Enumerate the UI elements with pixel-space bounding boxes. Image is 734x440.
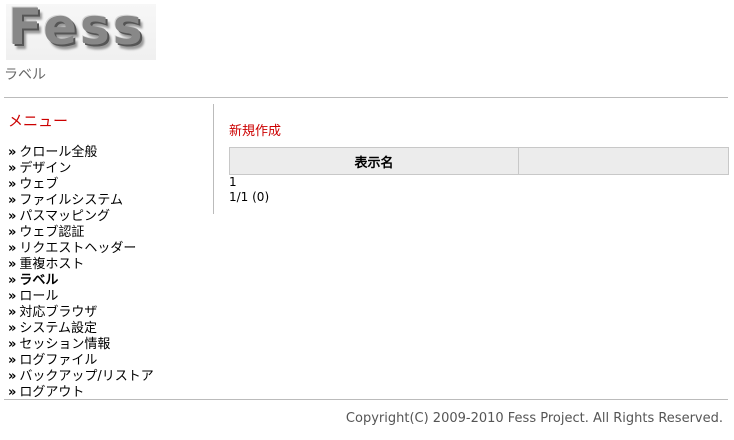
create-new-link[interactable]: 新規作成 [229,120,281,139]
sidebar-item[interactable]: » 対応ブラウザ [8,305,208,321]
sidebar-item[interactable]: » クロール全般 [8,145,208,161]
sidebar-item[interactable]: » ログファイル [8,353,208,369]
column-header-actions [518,147,729,175]
sidebar-item-label: ログアウト [19,385,85,400]
bullet-icon: » [8,241,17,256]
bullet-icon: » [8,289,17,304]
sidebar-item-label: パスマッピング [19,209,111,224]
main-content: 新規作成 表示名 1 1/1 (0) [229,120,729,205]
sidebar-item-label: システム設定 [19,321,98,336]
sidebar-item-label: クロール全般 [19,145,98,160]
sidebar-item-label: ファイルシステム [19,193,124,208]
sidebar-item-label: 重複ホスト [19,257,85,272]
sidebar-item-label: ラベル [19,273,59,288]
footer-divider [4,399,728,400]
sidebar-item-label: バックアップ/リストア [19,369,154,384]
sidebar-item-label: ロール [19,289,59,304]
sidebar-item[interactable]: » ロール [8,289,208,305]
label-table: 表示名 [229,147,729,175]
sidebar-item[interactable]: » リクエストヘッダー [8,241,208,257]
sidebar-item-label: 対応ブラウザ [19,305,98,320]
sidebar-item[interactable]: » パスマッピング [8,209,208,225]
page-title: ラベル [4,67,46,83]
bullet-icon: » [8,161,17,176]
bullet-icon: » [8,257,17,272]
column-header-display-name: 表示名 [229,147,519,175]
bullet-icon: » [8,305,17,320]
bullet-icon: » [8,209,17,224]
sidebar-divider [213,104,214,214]
sidebar-item[interactable]: » 重複ホスト [8,257,208,273]
pagination-links[interactable]: 1 [229,175,729,190]
pagination-summary: 1/1 (0) [229,190,270,204]
sidebar-item-label: デザイン [19,161,72,176]
sidebar: メニュー » クロール全般» デザイン» ウェブ» ファイルシステム» パスマッピング» ウ… [8,108,208,401]
menu-list: » クロール全般» デザイン» ウェブ» ファイルシステム» パスマッピング» ウェブ認証»… [8,145,208,401]
sidebar-item-label: ログファイル [19,353,98,368]
bullet-icon: » [8,337,17,352]
bullet-icon: » [8,321,17,336]
bullet-icon: » [8,353,17,368]
bullet-icon: » [8,273,17,288]
sidebar-item[interactable]: » セッション情報 [8,337,208,353]
footer-copyright: Copyright(C) 2009-2010 Fess Project. All… [345,411,723,426]
logo: Fess [6,0,156,60]
bullet-icon: » [8,145,17,160]
sidebar-item[interactable]: » システム設定 [8,321,208,337]
sidebar-item-label: セッション情報 [19,337,111,352]
bullet-icon: » [8,369,17,384]
sidebar-item[interactable]: » デザイン [8,161,208,177]
sidebar-item[interactable]: » ラベル [8,273,208,289]
sidebar-item[interactable]: » ウェブ認証 [8,225,208,241]
sidebar-item[interactable]: » バックアップ/リストア [8,369,208,385]
sidebar-item-label: ウェブ認証 [19,225,85,240]
bullet-icon: » [8,225,17,240]
menu-title: メニュー [8,112,69,130]
bullet-icon: » [8,177,17,192]
sidebar-item-label: リクエストヘッダー [19,241,137,256]
bullet-icon: » [8,193,17,208]
table-header-row: 表示名 [229,147,729,175]
sidebar-item[interactable]: » ウェブ [8,177,208,193]
logo-text: Fess [8,0,146,56]
sidebar-item-label: ウェブ [19,177,59,192]
sidebar-item[interactable]: » ファイルシステム [8,193,208,209]
bullet-icon: » [8,385,17,400]
header-divider [4,97,728,98]
